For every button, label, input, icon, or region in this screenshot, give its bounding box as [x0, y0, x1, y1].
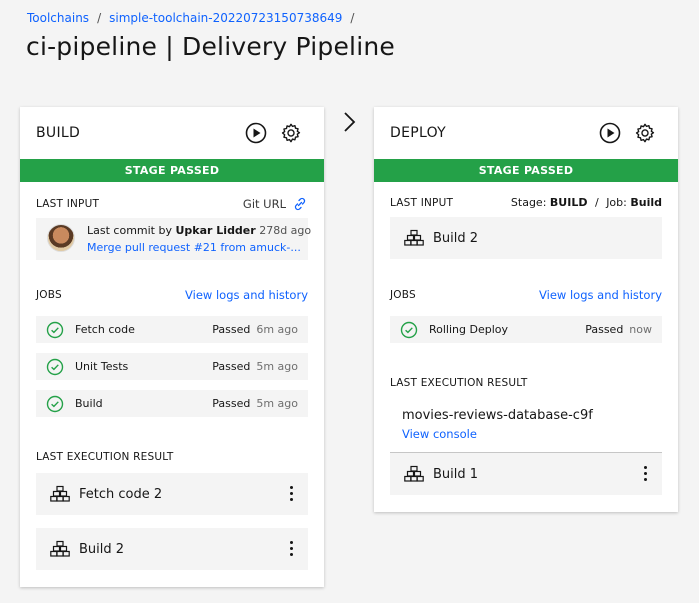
chevron-right-icon — [344, 112, 356, 132]
job-row-unit-tests[interactable]: Unit Tests Passed 5m ago — [36, 353, 308, 380]
stage-status-bar: STAGE PASSED — [20, 159, 324, 182]
input-build-name: Build 2 — [433, 230, 479, 246]
last-execution-header: LAST EXECUTION RESULT — [36, 451, 308, 463]
overflow-menu-icon[interactable] — [642, 465, 648, 483]
job-status: Passed — [212, 360, 251, 373]
breadcrumb: Toolchains / simple-toolchain-2022072315… — [27, 11, 354, 25]
breadcrumb-separator: / — [97, 11, 102, 25]
job-name: Rolling Deploy — [429, 323, 509, 336]
check-circle-icon — [46, 395, 64, 412]
last-input-source: Stage: BUILD / Job: Build — [511, 196, 662, 209]
stacked-blocks-icon — [404, 465, 424, 482]
job-status: Passed — [585, 323, 624, 336]
job-status: Passed — [212, 323, 251, 336]
job-time: now — [629, 323, 652, 336]
git-url-label: Git URL — [242, 197, 286, 211]
job-row-fetch-code[interactable]: Fetch code Passed 6m ago — [36, 316, 308, 343]
last-execution-label: LAST EXECUTION RESULT — [390, 377, 528, 389]
job-name: Fetch code — [75, 323, 135, 336]
stage-settings-gear-icon[interactable] — [634, 122, 656, 144]
jobs-header: JOBS View logs and history — [36, 288, 308, 302]
stage-name: DEPLOY — [390, 125, 446, 141]
run-stage-play-icon[interactable] — [599, 122, 621, 144]
overflow-menu-icon[interactable] — [288, 540, 294, 558]
input-separator: / — [594, 196, 599, 209]
view-logs-link[interactable]: View logs and history — [539, 288, 662, 302]
job-value: Build — [630, 196, 662, 209]
job-time: 6m ago — [256, 323, 298, 336]
deploy-stage-card: DEPLOY STAGE PASSED LAST INPUT Stage: BU… — [374, 107, 678, 512]
deploy-stage-header: DEPLOY — [374, 107, 678, 159]
breadcrumb-toolchain-link[interactable]: simple-toolchain-20220723150738649 — [109, 11, 342, 25]
job-time: 5m ago — [256, 397, 298, 410]
commit-prefix: Last commit by — [87, 224, 172, 237]
commit-message-link[interactable]: Merge pull request #21 from amuck-... — [87, 241, 301, 254]
stage-status-bar: STAGE PASSED — [374, 159, 678, 182]
execution-result-name: Build 2 — [79, 541, 125, 557]
last-input-header: LAST INPUT Stage: BUILD / Job: Build — [390, 196, 662, 209]
job-time: 5m ago — [256, 360, 298, 373]
job-label: Job: — [606, 196, 627, 209]
avatar — [47, 224, 75, 252]
last-execution-header: LAST EXECUTION RESULT — [390, 377, 662, 389]
last-input-commit-tile: Last commit by Upkar Lidder 278d ago Mer… — [36, 218, 311, 260]
execution-result-name: Fetch code 2 — [79, 486, 163, 502]
breadcrumb-separator: / — [350, 11, 355, 25]
last-input-header: LAST INPUT Git URL — [36, 196, 308, 212]
last-input-label: LAST INPUT — [36, 198, 100, 210]
stacked-blocks-icon — [404, 229, 424, 246]
job-row-build[interactable]: Build Passed 5m ago — [36, 390, 308, 417]
last-execution-label: LAST EXECUTION RESULT — [36, 451, 174, 463]
deployed-app-name: movies-reviews-database-c9f — [402, 408, 593, 423]
execution-result-tile[interactable]: Fetch code 2 — [36, 473, 308, 515]
view-console-link[interactable]: View console — [402, 427, 477, 441]
view-logs-link[interactable]: View logs and history — [185, 288, 308, 302]
page-title: ci-pipeline | Delivery Pipeline — [26, 32, 395, 61]
git-url-link-icon[interactable] — [292, 196, 308, 212]
stage-value: BUILD — [549, 196, 588, 209]
breadcrumb-toolchains-link[interactable]: Toolchains — [27, 11, 89, 25]
last-input-label: LAST INPUT — [390, 196, 454, 209]
stage-settings-gear-icon[interactable] — [280, 122, 302, 144]
check-circle-icon — [46, 321, 64, 338]
commit-ago: 278d ago — [259, 224, 312, 237]
commit-author: Upkar Lidder — [175, 224, 256, 237]
stacked-blocks-icon — [50, 540, 70, 557]
run-stage-play-icon[interactable] — [245, 122, 267, 144]
execution-result-tile[interactable]: Build 2 — [36, 528, 308, 570]
commit-info: Last commit by Upkar Lidder 278d ago — [87, 224, 311, 237]
build-stage-card: BUILD STAGE PASSED LAST INPUT Git URL La… — [20, 107, 324, 587]
stacked-blocks-icon — [50, 485, 70, 502]
check-circle-icon — [400, 321, 418, 338]
job-status: Passed — [212, 397, 251, 410]
overflow-menu-icon[interactable] — [288, 485, 294, 503]
job-row-rolling-deploy[interactable]: Rolling Deploy Passed now — [390, 316, 662, 343]
last-input-build-tile[interactable]: Build 2 — [390, 217, 662, 259]
stage-name: BUILD — [36, 125, 81, 141]
build-stage-header: BUILD — [20, 107, 324, 159]
job-name: Build — [75, 397, 103, 410]
stage-label: Stage: — [510, 196, 547, 209]
check-circle-icon — [46, 358, 64, 375]
jobs-label: JOBS — [36, 289, 62, 301]
execution-result-tile[interactable]: Build 1 — [390, 453, 662, 495]
job-name: Unit Tests — [75, 360, 129, 373]
execution-result-name: Build 1 — [433, 466, 479, 482]
jobs-header: JOBS View logs and history — [390, 288, 662, 302]
jobs-label: JOBS — [390, 289, 416, 301]
